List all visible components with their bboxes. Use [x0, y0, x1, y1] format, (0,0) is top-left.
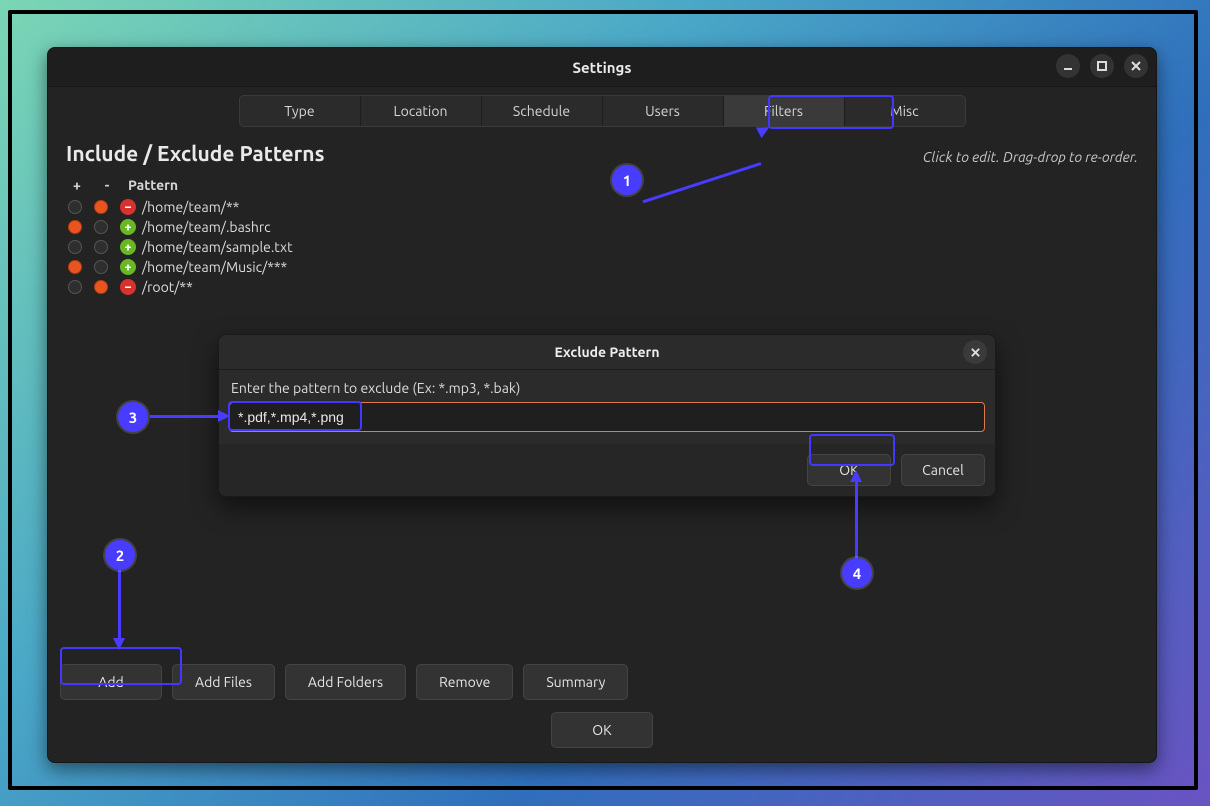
summary-button[interactable]: Summary: [523, 664, 628, 700]
arrow-3-line: [150, 415, 222, 418]
dialog-label: Enter the pattern to exclude (Ex: *.mp3,…: [231, 380, 985, 396]
tab-misc[interactable]: Misc: [844, 96, 965, 126]
settings-ok-button[interactable]: OK: [551, 712, 653, 748]
exclude-pattern-dialog: Exclude Pattern Enter the pattern to exc…: [218, 334, 996, 497]
annotation-marker-4: 4: [842, 558, 872, 588]
dialog-cancel-button[interactable]: Cancel: [901, 454, 985, 486]
table-row[interactable]: + /home/team/sample.txt: [60, 237, 1144, 257]
pattern-cell: –/home/team/**: [120, 199, 239, 215]
annotation-marker-1: 1: [612, 165, 642, 195]
table-row[interactable]: –/home/team/**: [60, 197, 1144, 217]
tab-strip: TypeLocationScheduleUsersFiltersMisc: [239, 95, 966, 127]
exclude-pattern-input[interactable]: [229, 402, 985, 432]
patterns-table: + - Pattern –/home/team/**+/home/team/.b…: [60, 173, 1144, 297]
include-radio[interactable]: [68, 220, 82, 234]
annotation-marker-3: 3: [118, 402, 148, 432]
pattern-cell: + /home/team/sample.txt: [120, 239, 293, 255]
col-pattern: Pattern: [128, 177, 178, 193]
include-radio[interactable]: [68, 200, 82, 214]
add-files-button[interactable]: Add Files: [172, 664, 275, 700]
tab-schedule[interactable]: Schedule: [481, 96, 602, 126]
pattern-cell: –/root/**: [120, 279, 193, 295]
tab-filters[interactable]: Filters: [723, 96, 844, 126]
arrow-3-head: [218, 410, 230, 422]
plus-icon: +: [120, 239, 136, 255]
pattern-path: /home/team/**: [142, 199, 239, 215]
minus-icon: –: [120, 279, 136, 295]
pattern-path: /home/team/.bashrc: [142, 219, 271, 235]
include-radio[interactable]: [68, 280, 82, 294]
dialog-ok-button[interactable]: OK: [807, 454, 891, 486]
col-exclude: -: [98, 177, 116, 193]
close-button[interactable]: [1124, 54, 1148, 78]
tab-type[interactable]: Type: [240, 96, 360, 126]
tab-users[interactable]: Users: [602, 96, 723, 126]
arrow-2-line: [118, 570, 121, 642]
minimize-button[interactable]: [1056, 54, 1080, 78]
add-button[interactable]: Add: [60, 664, 162, 700]
pattern-path: /root/**: [142, 279, 193, 295]
pattern-cell: + /home/team/Music/***: [120, 259, 287, 275]
plus-icon: +: [120, 259, 136, 275]
tab-location[interactable]: Location: [360, 96, 481, 126]
col-include: +: [68, 177, 86, 193]
dialog-titlebar: Exclude Pattern: [219, 335, 995, 370]
exclude-radio[interactable]: [94, 200, 108, 214]
pattern-path: /home/team/Music/***: [142, 259, 287, 275]
plus-icon: +: [120, 219, 136, 235]
exclude-radio[interactable]: [94, 220, 108, 234]
annotation-marker-2: 2: [105, 540, 135, 570]
maximize-button[interactable]: [1090, 54, 1114, 78]
section-title: Include / Exclude Patterns: [66, 141, 324, 165]
pattern-cell: + /home/team/.bashrc: [120, 219, 271, 235]
exclude-radio[interactable]: [94, 240, 108, 254]
table-row[interactable]: + /home/team/Music/***: [60, 257, 1144, 277]
table-row[interactable]: –/root/**: [60, 277, 1144, 297]
arrow-2-head: [113, 638, 125, 650]
window-title: Settings: [573, 59, 632, 76]
add-folders-button[interactable]: Add Folders: [285, 664, 406, 700]
arrow-4-head: [850, 470, 862, 482]
include-radio[interactable]: [68, 260, 82, 274]
exclude-radio[interactable]: [94, 260, 108, 274]
include-radio[interactable]: [68, 240, 82, 254]
exclude-radio[interactable]: [94, 280, 108, 294]
section-hint: Click to edit. Drag-drop to re-order.: [923, 149, 1138, 165]
arrow-4-line: [855, 480, 858, 558]
dialog-close-button[interactable]: [963, 340, 987, 364]
minus-icon: –: [120, 199, 136, 215]
table-row[interactable]: + /home/team/.bashrc: [60, 217, 1144, 237]
titlebar: Settings: [48, 48, 1156, 87]
remove-button[interactable]: Remove: [416, 664, 513, 700]
pattern-path: /home/team/sample.txt: [142, 239, 293, 255]
dialog-title: Exclude Pattern: [554, 344, 659, 360]
